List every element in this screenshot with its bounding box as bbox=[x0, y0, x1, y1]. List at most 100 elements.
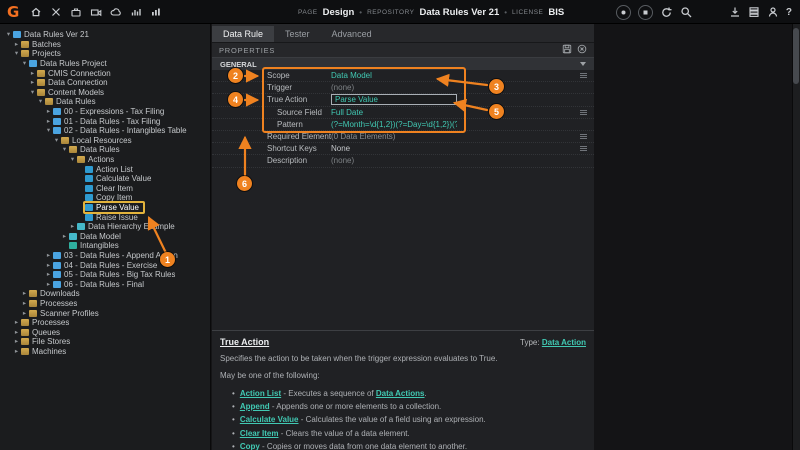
property-value-source-field[interactable]: Full Date bbox=[331, 108, 457, 117]
tree-expander-icon[interactable]: ▸ bbox=[20, 309, 29, 318]
home-icon[interactable] bbox=[30, 6, 42, 18]
user-icon[interactable] bbox=[767, 6, 779, 18]
tree-item[interactable]: Intangibles bbox=[0, 241, 210, 251]
stats-icon[interactable] bbox=[150, 6, 162, 18]
tree-item[interactable]: ▸Processes bbox=[0, 299, 210, 309]
tree-item[interactable]: ▸05 - Data Rules - Big Tax Rules bbox=[0, 270, 210, 280]
close-icon[interactable] bbox=[572, 41, 587, 59]
property-row-required-elements[interactable]: Required Elements(0 Data Elements) bbox=[212, 131, 594, 143]
search-icon[interactable] bbox=[680, 6, 693, 19]
tree-item[interactable]: ▾Data Rules bbox=[0, 145, 210, 155]
tools-icon[interactable] bbox=[50, 6, 62, 18]
property-row-description[interactable]: Description(none) bbox=[212, 155, 594, 167]
help-link[interactable]: Copy bbox=[240, 442, 260, 450]
tree-item[interactable]: ▸Data Connection bbox=[0, 78, 210, 88]
page-value[interactable]: Design bbox=[323, 7, 355, 18]
property-value-scope[interactable]: Data Model bbox=[331, 71, 457, 80]
property-row-scope[interactable]: ScopeData Model bbox=[212, 70, 594, 82]
cloud-icon[interactable] bbox=[110, 6, 122, 18]
tree-item[interactable]: ▸Data Model bbox=[0, 231, 210, 241]
tab-data-rule[interactable]: Data Rule bbox=[212, 26, 274, 42]
tree-item[interactable]: ▸Queues bbox=[0, 327, 210, 337]
tree-item[interactable]: ▾Projects bbox=[0, 49, 210, 59]
property-row-shortcut-keys[interactable]: Shortcut KeysNone bbox=[212, 143, 594, 155]
property-value-required[interactable]: (0 Data Elements) bbox=[331, 132, 457, 141]
tree-item[interactable]: ▾02 - Data Rules - Intangibles Table bbox=[0, 126, 210, 136]
tree-item[interactable]: Action List bbox=[0, 164, 210, 174]
tree-expander-icon[interactable]: ▸ bbox=[44, 280, 53, 289]
tree-expander-icon[interactable]: ▾ bbox=[36, 97, 45, 106]
tree-item[interactable]: ▸Machines bbox=[0, 347, 210, 357]
tree-expander-icon[interactable]: ▾ bbox=[4, 30, 13, 39]
help-icon[interactable]: ? bbox=[786, 7, 792, 18]
tree-expander-icon[interactable]: ▾ bbox=[12, 49, 21, 58]
tree-expander-icon[interactable]: ▾ bbox=[28, 88, 37, 97]
tree-expander-icon[interactable]: ▸ bbox=[68, 222, 77, 231]
property-row-pattern[interactable]: Pattern(?=Month=\d{1,2})(?=Day=\d{1,2})(… bbox=[212, 119, 594, 131]
bar-chart-icon[interactable] bbox=[130, 6, 142, 18]
tab-tester[interactable]: Tester bbox=[274, 26, 321, 42]
help-link[interactable]: Data Actions bbox=[376, 389, 425, 398]
tree-item[interactable]: ▸06 - Data Rules - Final bbox=[0, 279, 210, 289]
tree-expander-icon[interactable]: ▸ bbox=[20, 299, 29, 308]
tree-expander-icon[interactable]: ▸ bbox=[12, 40, 21, 49]
row-menu-icon[interactable] bbox=[580, 110, 587, 111]
refresh-icon[interactable] bbox=[660, 6, 673, 19]
property-row-source-field[interactable]: Source FieldFull Date bbox=[212, 107, 594, 119]
tree-item-root[interactable]: ▾Data Rules Ver 21 bbox=[0, 30, 210, 40]
row-menu-icon[interactable] bbox=[580, 146, 587, 147]
repository-value[interactable]: Data Rules Ver 21 bbox=[419, 7, 499, 18]
tree-expander-icon[interactable]: ▸ bbox=[28, 69, 37, 78]
chevron-down-icon[interactable] bbox=[580, 62, 586, 66]
tree-item[interactable]: ▾Data Rules Project bbox=[0, 59, 210, 69]
property-row-true-action[interactable]: True ActionParse Value bbox=[212, 94, 594, 106]
tree-item[interactable]: Calculate Value bbox=[0, 174, 210, 184]
tree-expander-icon[interactable]: ▸ bbox=[12, 328, 21, 337]
tree-expander-icon[interactable]: ▸ bbox=[44, 251, 53, 260]
tree-item[interactable]: ▾Content Models bbox=[0, 88, 210, 98]
tree-item[interactable]: ▸Scanner Profiles bbox=[0, 308, 210, 318]
tree-expander-icon[interactable]: ▸ bbox=[28, 78, 37, 87]
tree-expander-icon[interactable]: ▾ bbox=[68, 155, 77, 164]
tree-item[interactable]: ▾Local Resources bbox=[0, 136, 210, 146]
property-value-trigger[interactable]: (none) bbox=[331, 83, 457, 92]
scrollbar-track[interactable] bbox=[792, 24, 800, 450]
record-icon[interactable] bbox=[616, 5, 631, 20]
tree-expander-icon[interactable]: ▾ bbox=[20, 59, 29, 68]
camera-icon[interactable] bbox=[90, 6, 102, 18]
download-icon[interactable] bbox=[729, 6, 741, 18]
tree-expander-icon[interactable]: ▾ bbox=[44, 126, 53, 135]
tree-item[interactable]: ▸CMIS Connection bbox=[0, 68, 210, 78]
tree-expander-icon[interactable]: ▸ bbox=[44, 261, 53, 270]
tree-expander-icon[interactable]: ▾ bbox=[60, 145, 69, 154]
save-icon[interactable] bbox=[557, 41, 572, 59]
property-value-shortcut[interactable]: None bbox=[331, 144, 457, 153]
property-row-trigger[interactable]: Trigger(none) bbox=[212, 82, 594, 94]
tree-item[interactable]: ▸File Stores bbox=[0, 337, 210, 347]
tree-item[interactable]: Raise Issue bbox=[0, 212, 210, 222]
tab-advanced[interactable]: Advanced bbox=[321, 26, 383, 42]
help-link[interactable]: Clear Item bbox=[240, 429, 279, 438]
scrollbar-thumb[interactable] bbox=[793, 28, 799, 84]
tree-expander-icon[interactable]: ▾ bbox=[52, 136, 61, 145]
tree-item[interactable]: ▾Data Rules bbox=[0, 97, 210, 107]
tree-item[interactable]: ▸Downloads bbox=[0, 289, 210, 299]
tree-expander-icon[interactable]: ▸ bbox=[44, 117, 53, 126]
tree-item[interactable]: ▸Processes bbox=[0, 318, 210, 328]
tree-item[interactable]: ▸Data Hierarchy Example bbox=[0, 222, 210, 232]
briefcase-icon[interactable] bbox=[70, 6, 82, 18]
tree-item[interactable]: ▸04 - Data Rules - Exercise bbox=[0, 260, 210, 270]
tree-item-parse-value[interactable]: Parse Value bbox=[0, 203, 210, 213]
help-link[interactable]: Action List bbox=[240, 389, 281, 398]
help-link[interactable]: Append bbox=[240, 402, 270, 411]
property-value-description[interactable]: (none) bbox=[331, 156, 457, 165]
row-menu-icon[interactable] bbox=[580, 73, 587, 74]
row-menu-icon[interactable] bbox=[580, 134, 587, 135]
tree-expander-icon[interactable]: ▸ bbox=[20, 289, 29, 298]
tree-item[interactable]: ▸Batches bbox=[0, 40, 210, 50]
tree-item[interactable]: Copy Item bbox=[0, 193, 210, 203]
tree-item[interactable]: ▸03 - Data Rules - Append Action bbox=[0, 251, 210, 261]
help-type-link[interactable]: Data Action bbox=[542, 338, 586, 347]
tree-item[interactable]: ▾Actions bbox=[0, 155, 210, 165]
tree-expander-icon[interactable]: ▸ bbox=[44, 107, 53, 116]
